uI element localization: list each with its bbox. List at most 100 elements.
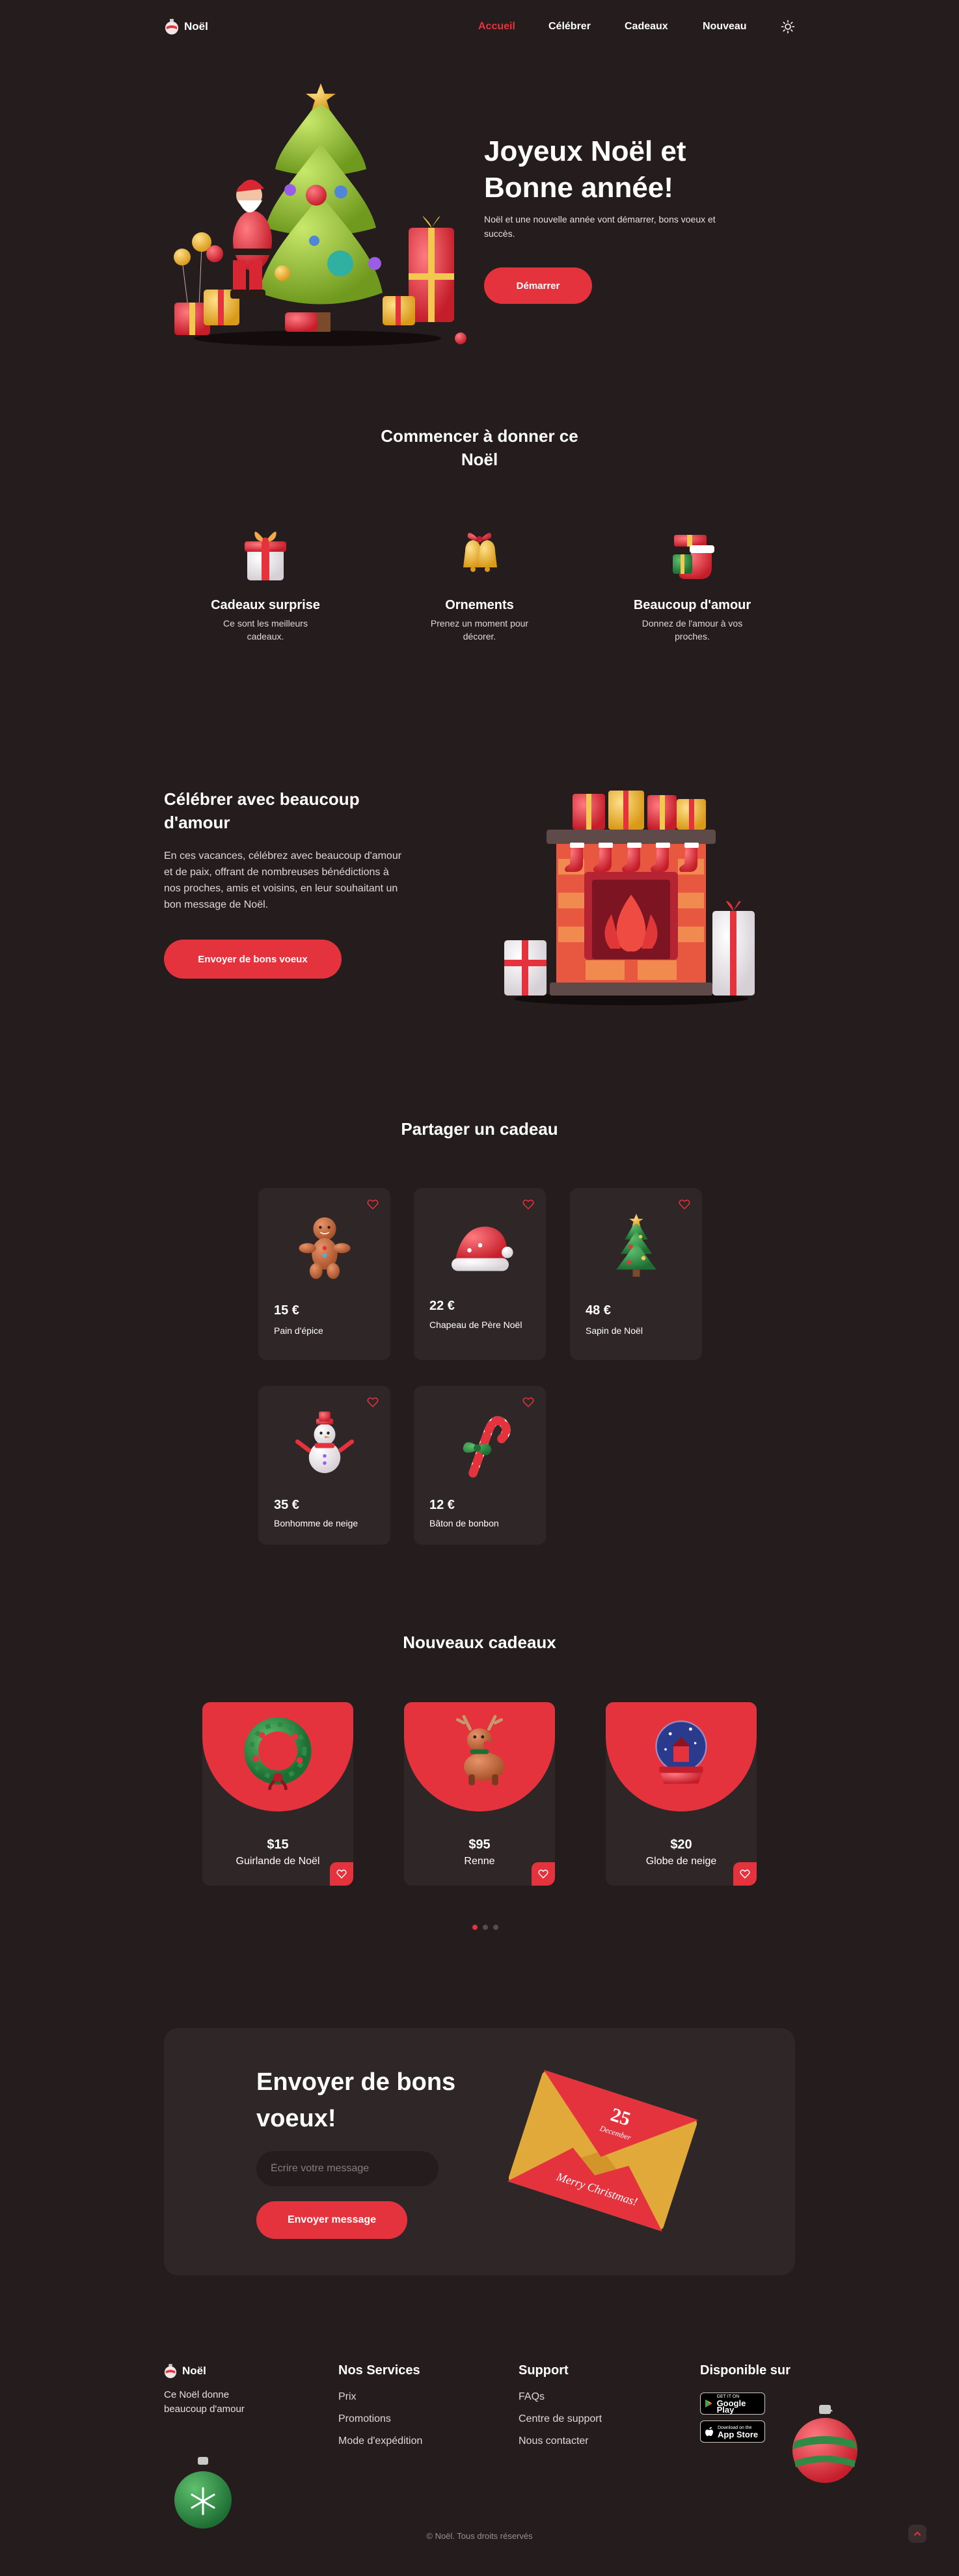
- logo-text: Noël: [184, 20, 208, 33]
- wreath-icon: [244, 1717, 312, 1790]
- candy-cane-icon: [463, 1416, 511, 1478]
- heart-icon[interactable]: [679, 1199, 690, 1210]
- ornament-logo-icon: [165, 19, 178, 34]
- gift-name: Bonhomme de neige: [274, 1518, 358, 1528]
- gift-card[interactable]: 35 € Bonhomme de neige: [258, 1386, 390, 1545]
- message-input[interactable]: [256, 2151, 439, 2186]
- heart-icon: [740, 1869, 750, 1879]
- footer-link-support-center[interactable]: Centre de support: [519, 2413, 602, 2425]
- reindeer-icon: [456, 1715, 505, 1785]
- gift-name: Sapin de Noël: [586, 1325, 643, 1336]
- gift-price: 15 €: [274, 1303, 299, 1318]
- nav-celebrer[interactable]: Célébrer: [548, 21, 625, 33]
- snow-globe-icon: [655, 1720, 707, 1784]
- new-gift-price: $20: [670, 1837, 692, 1852]
- heart-icon: [336, 1869, 347, 1879]
- new-gifts-title: Nouveaux cadeaux: [403, 1633, 556, 1652]
- heart-icon[interactable]: [522, 1199, 534, 1210]
- carousel-pagination: [472, 1925, 498, 1930]
- start-button[interactable]: Démarrer: [484, 267, 592, 304]
- footer-link-shipping[interactable]: Mode d'expédition: [338, 2435, 422, 2447]
- envelope-illustration: 25 December Merry Christmas!: [507, 2070, 699, 2232]
- google-play-icon: [705, 2399, 712, 2408]
- message-title: Envoyer de bons voeux!: [256, 2068, 456, 2132]
- celebrate-text: En ces vacances, célébrez avec beaucoup …: [164, 850, 402, 910]
- red-ornament-decoration: [792, 2405, 858, 2483]
- new-gift-price: $95: [468, 1837, 491, 1852]
- footer-link-faqs[interactable]: FAQs: [519, 2391, 602, 2403]
- fireplace-illustration: [504, 791, 755, 1005]
- footer-link-contact[interactable]: Nous contacter: [519, 2435, 602, 2447]
- header-logo[interactable]: Noël: [165, 18, 208, 35]
- heart-icon[interactable]: [367, 1199, 379, 1210]
- gift-card[interactable]: 15 € Pain d'épice: [258, 1188, 390, 1360]
- gift-price: 12 €: [429, 1498, 455, 1512]
- gift-name: Pain d'épice: [274, 1325, 323, 1336]
- heart-icon[interactable]: [522, 1396, 534, 1408]
- footer-services: Nos Services Prix Promotions Mode d'expé…: [338, 2363, 422, 2458]
- new-gift-card[interactable]: $95 Renne: [404, 1702, 555, 1886]
- service-card-ornaments: Ornements Prenez un moment pour décorer.: [401, 522, 558, 643]
- send-message-button[interactable]: Envoyer message: [256, 2201, 407, 2239]
- new-gift-price: $15: [267, 1837, 289, 1852]
- footer-available-title: Disponible sur: [700, 2363, 790, 2378]
- footer-logo-text: Noël: [182, 2365, 206, 2377]
- nav-nouveau[interactable]: Nouveau: [703, 21, 781, 33]
- footer-logo[interactable]: Noël: [164, 2363, 206, 2379]
- gift-price: 35 €: [274, 1498, 299, 1512]
- google-play-badge[interactable]: GET IT ON Google Play: [700, 2393, 765, 2415]
- google-play-label: Google Play: [716, 2398, 746, 2415]
- carousel-dot[interactable]: [483, 1925, 488, 1930]
- celebrate-title: Célébrer avec beaucoup d'amour: [164, 789, 360, 832]
- heart-icon[interactable]: [367, 1396, 379, 1408]
- new-gift-card[interactable]: $15 Guirlande de Noël: [202, 1702, 353, 1886]
- nav-accueil[interactable]: Accueil: [478, 21, 548, 33]
- hero-subtitle: Noël et une nouvelle année vont démarrer…: [484, 214, 716, 239]
- gifts-title: Partager un cadeau: [401, 1119, 558, 1139]
- footer-support-title: Support: [519, 2363, 569, 2378]
- service-title: Ornements: [445, 598, 514, 612]
- copyright: © Noël. Tous droits réservés: [426, 2531, 533, 2541]
- nav-cadeaux[interactable]: Cadeaux: [625, 21, 703, 33]
- bells-icon: [463, 532, 497, 572]
- app-store-label: App Store: [718, 2430, 759, 2439]
- carousel-dot[interactable]: [493, 1925, 498, 1930]
- service-title: Cadeaux surprise: [211, 598, 320, 612]
- services-title: Commencer à donner ce Noël: [381, 426, 578, 469]
- santa-hat-icon: [451, 1227, 513, 1271]
- green-ornament-decoration: [174, 2457, 232, 2529]
- gift-card[interactable]: 22 € Chapeau de Père Noël: [414, 1188, 546, 1360]
- gift-stocking-icon: [673, 535, 714, 579]
- gingerbread-icon: [298, 1217, 351, 1279]
- gift-card[interactable]: 48 € Sapin de Noël: [570, 1188, 702, 1360]
- app-store-badge[interactable]: Download on the App Store: [700, 2420, 765, 2443]
- service-text: Donnez de l'amour à vos proches.: [642, 618, 743, 642]
- hero-christmas-tree-illustration: [174, 83, 466, 346]
- gift-card[interactable]: 12 € Bâton de bonbon: [414, 1386, 546, 1545]
- carousel-dot[interactable]: [472, 1925, 478, 1930]
- gift-name: Bâton de bonbon: [429, 1518, 499, 1528]
- footer-services-title: Nos Services: [338, 2363, 420, 2378]
- service-card-love: Beaucoup d'amour Donnez de l'amour à vos…: [614, 522, 770, 643]
- footer-description: Ce Noël donne beaucoup d'amour: [164, 2389, 245, 2415]
- footer-stores: Disponible sur: [700, 2363, 790, 2391]
- ornament-logo-icon: [164, 2364, 177, 2378]
- back-to-top-button[interactable]: [908, 2525, 926, 2543]
- hero-title: Joyeux Noël et Bonne année!: [484, 135, 686, 204]
- chevron-up-icon: [914, 2531, 921, 2536]
- favorite-button[interactable]: [733, 1862, 757, 1886]
- service-text: Ce sont les meilleurs cadeaux.: [223, 618, 308, 642]
- send-wishes-button[interactable]: Envoyer de bons voeux: [164, 940, 342, 979]
- new-gift-card[interactable]: $20 Globe de neige: [606, 1702, 757, 1886]
- gift-box-icon: [245, 532, 286, 580]
- favorite-button[interactable]: [532, 1862, 555, 1886]
- footer-link-promotions[interactable]: Promotions: [338, 2413, 422, 2425]
- main-nav: Accueil Célébrer Cadeaux Nouveau: [478, 18, 795, 35]
- snowman-icon: [295, 1411, 354, 1473]
- gift-price: 22 €: [429, 1299, 455, 1313]
- apple-icon: [705, 2427, 713, 2436]
- footer-support: Support FAQs Centre de support Nous cont…: [519, 2363, 602, 2458]
- footer-link-prix[interactable]: Prix: [338, 2391, 422, 2403]
- sun-theme-icon[interactable]: [781, 20, 795, 34]
- favorite-button[interactable]: [330, 1862, 353, 1886]
